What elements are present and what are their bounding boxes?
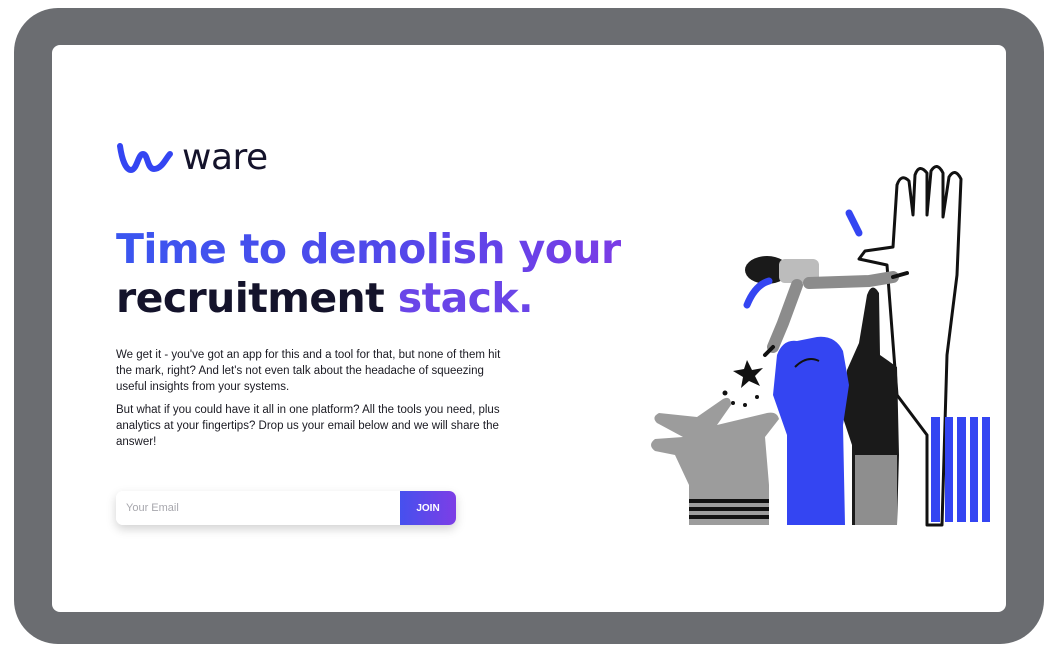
join-button[interactable]: JOIN (400, 491, 456, 525)
email-input[interactable] (116, 491, 400, 525)
brand-logo[interactable]: ware (116, 137, 268, 178)
ware-logo-icon (117, 142, 173, 173)
email-signup-form: JOIN (116, 491, 456, 525)
headline-line-1: Time to demolish your (116, 225, 621, 273)
hero-headline: Time to demolish your recruitment stack. (116, 225, 621, 323)
description-paragraph-2: But what if you could have it all in one… (116, 404, 500, 448)
gray-hand-icon (651, 397, 779, 525)
brand-name: ware (182, 137, 268, 178)
hero-description: We get it - you've got an app for this a… (116, 347, 511, 457)
leaping-person-icon (743, 209, 909, 357)
headline-word-stack: stack. (397, 274, 534, 322)
headline-word-recruitment: recruitment (116, 274, 385, 322)
blue-fist-icon (773, 336, 849, 525)
headline-line-2: recruitment stack. (116, 274, 621, 323)
landing-page: ware Time to demolish your recruitment s… (52, 45, 1006, 612)
hands-lifting-person-illustration (651, 165, 990, 527)
description-paragraph-1: We get it - you've got an app for this a… (116, 349, 501, 393)
